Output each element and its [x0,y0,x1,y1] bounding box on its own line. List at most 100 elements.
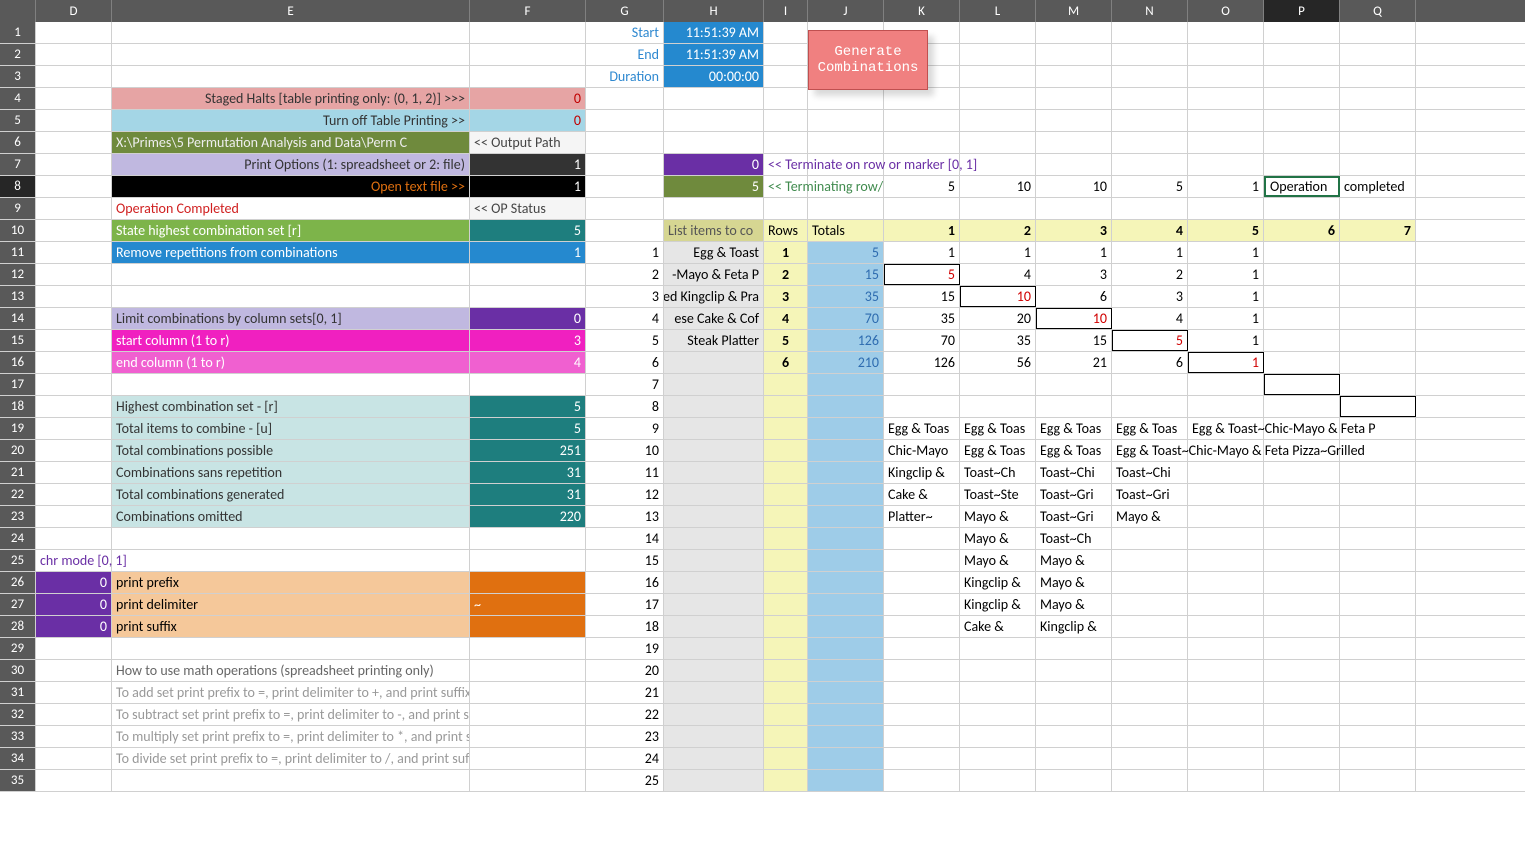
cell-G2[interactable]: End [586,44,664,65]
cell-I2[interactable] [764,44,808,65]
cell-M1[interactable] [1036,22,1112,43]
cell-G14[interactable]: 4 [586,308,664,329]
cell-E10[interactable]: State highest combination set [r] [112,220,470,241]
col-header-P[interactable]: P [1264,0,1340,22]
cell-J33[interactable] [808,726,884,747]
cell-O26[interactable] [1188,572,1264,593]
cell-Q1[interactable] [1340,22,1416,43]
cell-E8[interactable]: Open text file >> [112,176,470,197]
cell-Q27[interactable] [1340,594,1416,615]
cell-M7[interactable] [1036,154,1112,175]
cell-L32[interactable] [960,704,1036,725]
cell-M2[interactable] [1036,44,1112,65]
cell-M26[interactable]: Mayo & [1036,572,1112,593]
cell-P8[interactable]: Operation [1264,176,1340,197]
cell-N4[interactable] [1112,88,1188,109]
cell-G21[interactable]: 11 [586,462,664,483]
cell-L17[interactable] [960,374,1036,395]
cell-O16[interactable]: 1 [1188,352,1264,373]
cell-F25[interactable] [470,550,586,571]
cell-J28[interactable] [808,616,884,637]
cell-O3[interactable] [1188,66,1264,87]
cell-D10[interactable] [36,220,112,241]
cell-D7[interactable] [36,154,112,175]
cell-E22[interactable]: Total combinations generated [112,484,470,505]
col-header-L[interactable]: L [960,0,1036,22]
cell-J32[interactable] [808,704,884,725]
cell-N12[interactable]: 2 [1112,264,1188,285]
cell-P35[interactable] [1264,770,1340,791]
cell-M24[interactable]: Toast~Ch [1036,528,1112,549]
cell-L27[interactable]: Kingclip & [960,594,1036,615]
row-header-8[interactable]: 8 [0,176,36,197]
cell-P31[interactable] [1264,682,1340,703]
cell-I32[interactable] [764,704,808,725]
cell-G30[interactable]: 20 [586,660,664,681]
cell-O31[interactable] [1188,682,1264,703]
cell-G20[interactable]: 10 [586,440,664,461]
cell-D24[interactable] [36,528,112,549]
cell-G11[interactable]: 1 [586,242,664,263]
cell-Q11[interactable] [1340,242,1416,263]
cell-H16[interactable] [664,352,764,373]
cell-H26[interactable] [664,572,764,593]
cell-L24[interactable]: Mayo & [960,528,1036,549]
cell-I3[interactable] [764,66,808,87]
cell-D21[interactable] [36,462,112,483]
cell-Q10[interactable]: 7 [1340,220,1416,241]
cell-O10[interactable]: 5 [1188,220,1264,241]
cell-O35[interactable] [1188,770,1264,791]
cell-F15[interactable]: 3 [470,330,586,351]
cell-E20[interactable]: Total combinations possible [112,440,470,461]
cell-F28[interactable] [470,616,586,637]
cell-M30[interactable] [1036,660,1112,681]
cell-G32[interactable]: 22 [586,704,664,725]
cell-L4[interactable] [960,88,1036,109]
cell-P22[interactable] [1264,484,1340,505]
cell-G1[interactable]: Start [586,22,664,43]
cell-H29[interactable] [664,638,764,659]
cell-H5[interactable] [664,110,764,131]
col-header-H[interactable]: H [664,0,764,22]
cell-D33[interactable] [36,726,112,747]
cell-K33[interactable] [884,726,960,747]
cell-Q6[interactable] [1340,132,1416,153]
cell-L20[interactable]: Egg & Toas [960,440,1036,461]
cell-E21[interactable]: Combinations sans repetition [112,462,470,483]
cell-Q18[interactable] [1340,396,1416,417]
cell-H1[interactable]: 11:51:39 AM [664,22,764,43]
cell-L9[interactable] [960,198,1036,219]
cell-P30[interactable] [1264,660,1340,681]
cell-E1[interactable] [112,22,470,43]
cell-L18[interactable] [960,396,1036,417]
cell-G10[interactable] [586,220,664,241]
cell-K8[interactable]: 5 [884,176,960,197]
cell-K12[interactable]: 5 [884,264,960,285]
cell-M22[interactable]: Toast~Gri [1036,484,1112,505]
cell-H23[interactable] [664,506,764,527]
cell-L14[interactable]: 20 [960,308,1036,329]
cell-Q35[interactable] [1340,770,1416,791]
cell-L35[interactable] [960,770,1036,791]
cell-F7[interactable]: 1 [470,154,586,175]
cell-N10[interactable]: 4 [1112,220,1188,241]
cell-F31[interactable] [470,682,586,703]
cell-K19[interactable]: Egg & Toas [884,418,960,439]
cell-N19[interactable]: Egg & Toas [1112,418,1188,439]
cell-L3[interactable] [960,66,1036,87]
cell-I22[interactable] [764,484,808,505]
cell-L26[interactable]: Kingclip & [960,572,1036,593]
cell-G31[interactable]: 21 [586,682,664,703]
cell-Q24[interactable] [1340,528,1416,549]
cell-N27[interactable] [1112,594,1188,615]
cell-H27[interactable] [664,594,764,615]
cell-M16[interactable]: 21 [1036,352,1112,373]
row-header-16[interactable]: 16 [0,352,36,373]
row-header-14[interactable]: 14 [0,308,36,329]
cell-F27[interactable]: ~ [470,594,586,615]
cell-F4[interactable]: 0 [470,88,586,109]
cell-E33[interactable]: To multiply set print prefix to =, print… [112,726,470,747]
row-header-9[interactable]: 9 [0,198,36,219]
cell-M12[interactable]: 3 [1036,264,1112,285]
cell-D29[interactable] [36,638,112,659]
